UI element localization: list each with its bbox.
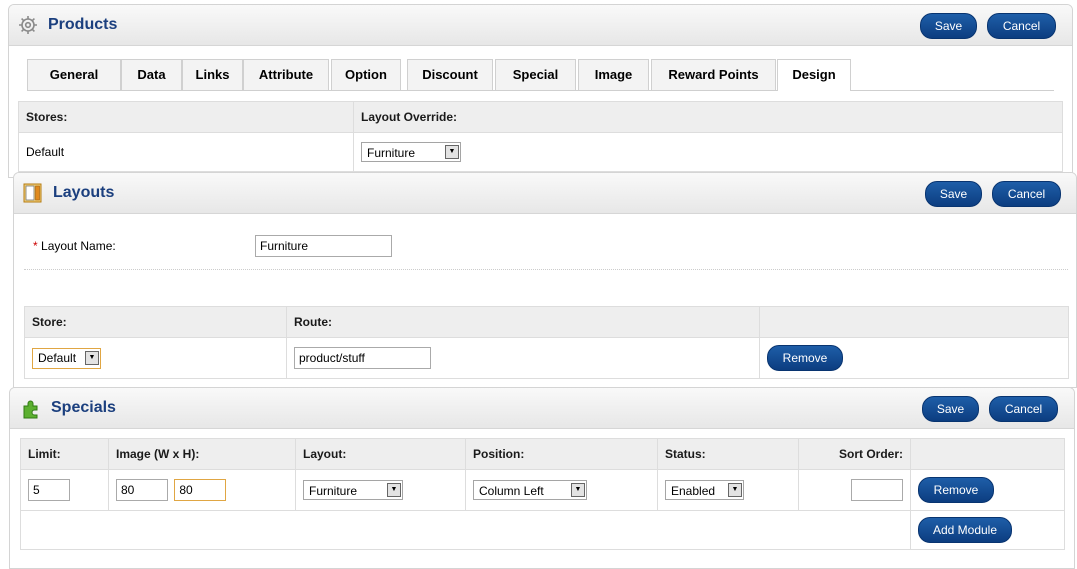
layout-override-cell: Furniture ▼ <box>353 132 1063 172</box>
image-width-input[interactable] <box>116 479 168 501</box>
dropdown-arrow-icon: ▼ <box>728 483 742 497</box>
specials-modules-table: Limit: Image (W x H): Layout: Position: … <box>20 438 1065 550</box>
dropdown-arrow-icon: ▼ <box>445 145 459 159</box>
sort-order-cell <box>798 469 911 511</box>
tab-design[interactable]: Design <box>777 59 851 91</box>
tab-discount[interactable]: Discount <box>407 59 493 90</box>
specials-cancel-button[interactable]: Cancel <box>989 396 1058 422</box>
route-store-select[interactable]: Default ▼ <box>32 347 101 369</box>
store-name-cell: Default <box>18 132 354 172</box>
sort-order-column-header: Sort Order: <box>798 438 911 470</box>
route-column-header: Route: <box>286 306 760 338</box>
position-cell: Column Left ▼ <box>465 469 658 511</box>
limit-column-header: Limit: <box>20 438 109 470</box>
dropdown-arrow-icon: ▼ <box>85 350 99 365</box>
route-store-value: Default <box>38 350 77 365</box>
layout-icon <box>23 183 42 203</box>
table-row: Default Furniture ▼ <box>18 132 1063 172</box>
position-select[interactable]: Column Left ▼ <box>473 480 587 500</box>
tab-option[interactable]: Option <box>331 59 401 90</box>
layout-routes-table: Store: Route: Default ▼ Remove <box>24 306 1069 379</box>
route-input[interactable] <box>294 347 431 369</box>
status-column-header: Status: <box>657 438 799 470</box>
layout-override-value: Furniture <box>367 146 416 160</box>
table-footer-row: Add Module <box>20 510 1065 550</box>
layouts-panel: Layouts Save Cancel * Layout Name: Store… <box>13 172 1077 388</box>
table-header-row: Limit: Image (W x H): Layout: Position: … <box>20 438 1065 470</box>
required-marker: * <box>33 239 38 253</box>
layout-column-header: Layout: <box>295 438 466 470</box>
remove-route-button[interactable]: Remove <box>767 345 843 371</box>
layouts-title: Layouts <box>53 184 115 201</box>
tab-links[interactable]: Links <box>182 59 243 90</box>
status-select[interactable]: Enabled ▼ <box>665 480 744 500</box>
module-layout-cell: Furniture ▼ <box>295 469 466 511</box>
add-module-cell: Add Module <box>910 510 1065 550</box>
layouts-cancel-button[interactable]: Cancel <box>992 181 1061 207</box>
form-divider <box>24 269 1068 270</box>
layout-name-label-text: Layout Name: <box>41 239 116 253</box>
dropdown-arrow-icon: ▼ <box>387 483 401 497</box>
route-cell <box>286 337 760 379</box>
tab-data[interactable]: Data <box>121 59 182 90</box>
table-row: Default ▼ Remove <box>24 337 1069 379</box>
image-height-input[interactable] <box>174 479 227 501</box>
layouts-header: Layouts Save Cancel <box>14 173 1076 214</box>
status-value: Enabled <box>671 484 716 498</box>
layout-name-input[interactable] <box>255 235 392 257</box>
image-size-cell <box>108 469 296 511</box>
tab-attribute[interactable]: Attribute <box>243 59 329 90</box>
tab-special[interactable]: Special <box>495 59 576 90</box>
route-store-cell: Default ▼ <box>24 337 287 379</box>
products-tab-bar: General Data Links Attribute Option Disc… <box>27 55 1054 91</box>
products-save-button[interactable]: Save <box>920 13 977 39</box>
position-column-header: Position: <box>465 438 658 470</box>
stores-column-header: Stores: <box>18 101 354 133</box>
tab-image[interactable]: Image <box>578 59 649 90</box>
route-action-cell: Remove <box>759 337 1069 379</box>
store-column-header: Store: <box>24 306 287 338</box>
design-stores-table: Stores: Layout Override: Default Furnitu… <box>18 101 1063 172</box>
gear-icon <box>19 16 37 34</box>
products-cancel-button[interactable]: Cancel <box>987 13 1056 39</box>
add-module-button[interactable]: Add Module <box>918 517 1012 543</box>
specials-header: Specials Save Cancel <box>10 388 1074 429</box>
action-column-header <box>759 306 1069 338</box>
status-cell: Enabled ▼ <box>657 469 799 511</box>
module-layout-select[interactable]: Furniture ▼ <box>303 480 403 500</box>
sort-order-input[interactable] <box>851 479 903 501</box>
layouts-save-button[interactable]: Save <box>925 181 982 207</box>
position-value: Column Left <box>479 484 544 498</box>
table-row: Furniture ▼ Column Left ▼ Enabled ▼ <box>20 469 1065 511</box>
layout-name-label: * Layout Name: <box>33 239 116 253</box>
image-column-header: Image (W x H): <box>108 438 296 470</box>
table-header-row: Store: Route: <box>24 306 1069 338</box>
dropdown-arrow-icon: ▼ <box>571 483 585 497</box>
module-action-cell: Remove <box>910 469 1065 511</box>
table-header-row: Stores: Layout Override: <box>18 101 1063 133</box>
remove-module-button[interactable]: Remove <box>918 477 994 503</box>
module-layout-value: Furniture <box>309 484 358 498</box>
specials-title: Specials <box>51 399 116 416</box>
tab-reward-points[interactable]: Reward Points <box>651 59 776 90</box>
limit-input[interactable] <box>28 479 70 501</box>
specials-save-button[interactable]: Save <box>922 396 979 422</box>
puzzle-icon <box>23 400 38 419</box>
layout-override-column-header: Layout Override: <box>353 101 1063 133</box>
products-title: Products <box>48 16 118 33</box>
module-action-column-header <box>910 438 1065 470</box>
layout-override-select[interactable]: Furniture ▼ <box>361 142 461 162</box>
tab-general[interactable]: General <box>27 59 121 90</box>
products-header: Products Save Cancel <box>9 5 1072 46</box>
products-panel: Products Save Cancel General Data Links … <box>8 4 1073 178</box>
specials-panel: Specials Save Cancel Limit: Image (W x H… <box>9 387 1075 569</box>
limit-cell <box>20 469 109 511</box>
table-footer-spacer <box>20 510 911 550</box>
